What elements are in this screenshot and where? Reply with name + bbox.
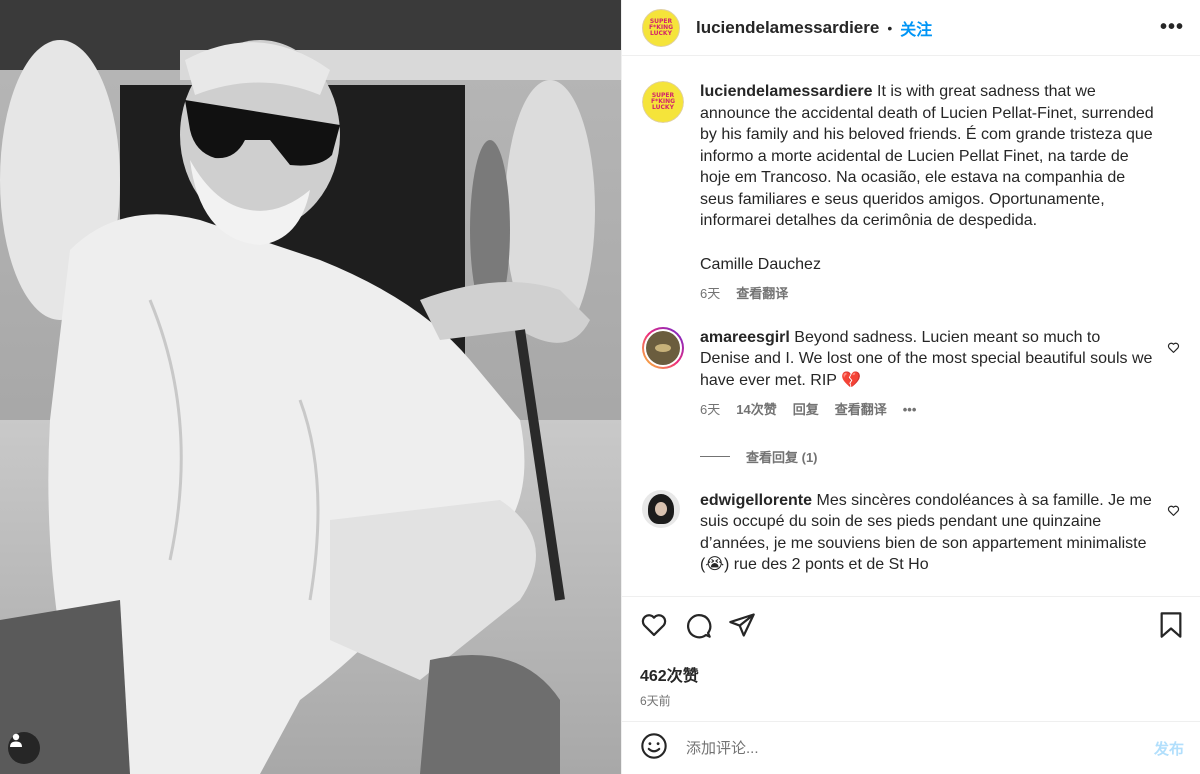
post-comment-button[interactable]: 发布 [1154,738,1184,759]
comment-likes[interactable]: 14次赞 [736,399,776,421]
comment-translate-link[interactable]: 查看翻译 [835,399,887,421]
post-side-panel: SUPER F*KING LUCKY luciendelamessardiere… [621,0,1200,774]
tag-people-button[interactable] [8,732,40,764]
follow-button[interactable]: 关注 [900,16,932,40]
more-options-button[interactable]: ••• [1160,16,1184,39]
caption-translate-link[interactable]: 查看翻译 [736,283,788,305]
comment-item: amareesgirl Beyond sadness. Lucien meant… [642,326,1180,421]
view-replies-button[interactable]: 查看回复 (1) [700,447,1180,466]
comment-icon[interactable] [684,611,712,644]
comment-body: edwigellorente Mes sincères condoléances… [700,490,1180,576]
caption: SUPER F*KING LUCKY luciendelamessardiere… [642,81,1180,305]
caption-signature: Camille Dauchez [700,255,821,273]
caption-meta: 6天 查看翻译 [700,283,1154,305]
post-header: SUPER F*KING LUCKY luciendelamessardiere… [622,0,1200,56]
comment-item: edwigellorente Mes sincères condoléances… [642,489,1180,576]
action-bar [640,611,1184,644]
author-avatar[interactable]: SUPER F*KING LUCKY [642,8,680,47]
caption-text: It is with great sadness that we announc… [700,83,1154,229]
emoji-icon[interactable] [640,732,668,765]
more-icon: ••• [1159,16,1184,38]
author-username[interactable]: luciendelamessardiere [696,18,879,38]
bookmark-icon[interactable] [1158,611,1184,644]
caption-body: luciendelamessardiere It is with great s… [700,81,1180,305]
commenter-avatar[interactable] [642,489,680,528]
comment-body: amareesgirl Beyond sadness. Lucien meant… [700,327,1180,421]
like-heart-icon[interactable] [640,611,668,644]
comment-meta: 6天 14次赞 回复 查看翻译 ••• [700,399,1154,421]
comment-like-heart-icon[interactable] [1167,504,1180,522]
comment-input[interactable] [686,739,1154,757]
post-viewer: SUPER F*KING LUCKY luciendelamessardiere… [0,0,1200,774]
caption-username[interactable]: luciendelamessardiere [700,83,873,100]
logo-text-line: LUCKY [650,29,672,37]
commenter-avatar[interactable] [642,326,684,369]
post-photo[interactable] [0,0,621,774]
reply-button[interactable]: 回复 [793,399,819,421]
view-replies-label: 查看回复 (1) [746,449,818,465]
commenter-username[interactable]: edwigellorente [700,492,812,509]
post-age[interactable]: 6天前 [640,692,1184,709]
share-icon[interactable] [728,611,756,644]
comments-list[interactable]: SUPER F*KING LUCKY luciendelamessardiere… [622,57,1200,595]
commenter-username[interactable]: amareesgirl [700,329,790,346]
comment-more-button[interactable]: ••• [903,399,917,421]
separator-dot: • [887,19,893,36]
logo-text-line: LUCKY [652,104,674,111]
comment-like-heart-icon[interactable] [1167,341,1180,359]
post-actions: 462次赞 6天前 [622,596,1200,720]
comment-time[interactable]: 6天 [700,399,720,421]
replies-divider-line [700,455,730,457]
add-comment-bar: 发布 [622,721,1200,774]
photo-grayscale-illustration [0,0,621,774]
caption-avatar[interactable]: SUPER F*KING LUCKY [642,81,684,123]
likes-count[interactable]: 462次赞 [640,662,1184,686]
caption-time[interactable]: 6天 [700,283,720,305]
